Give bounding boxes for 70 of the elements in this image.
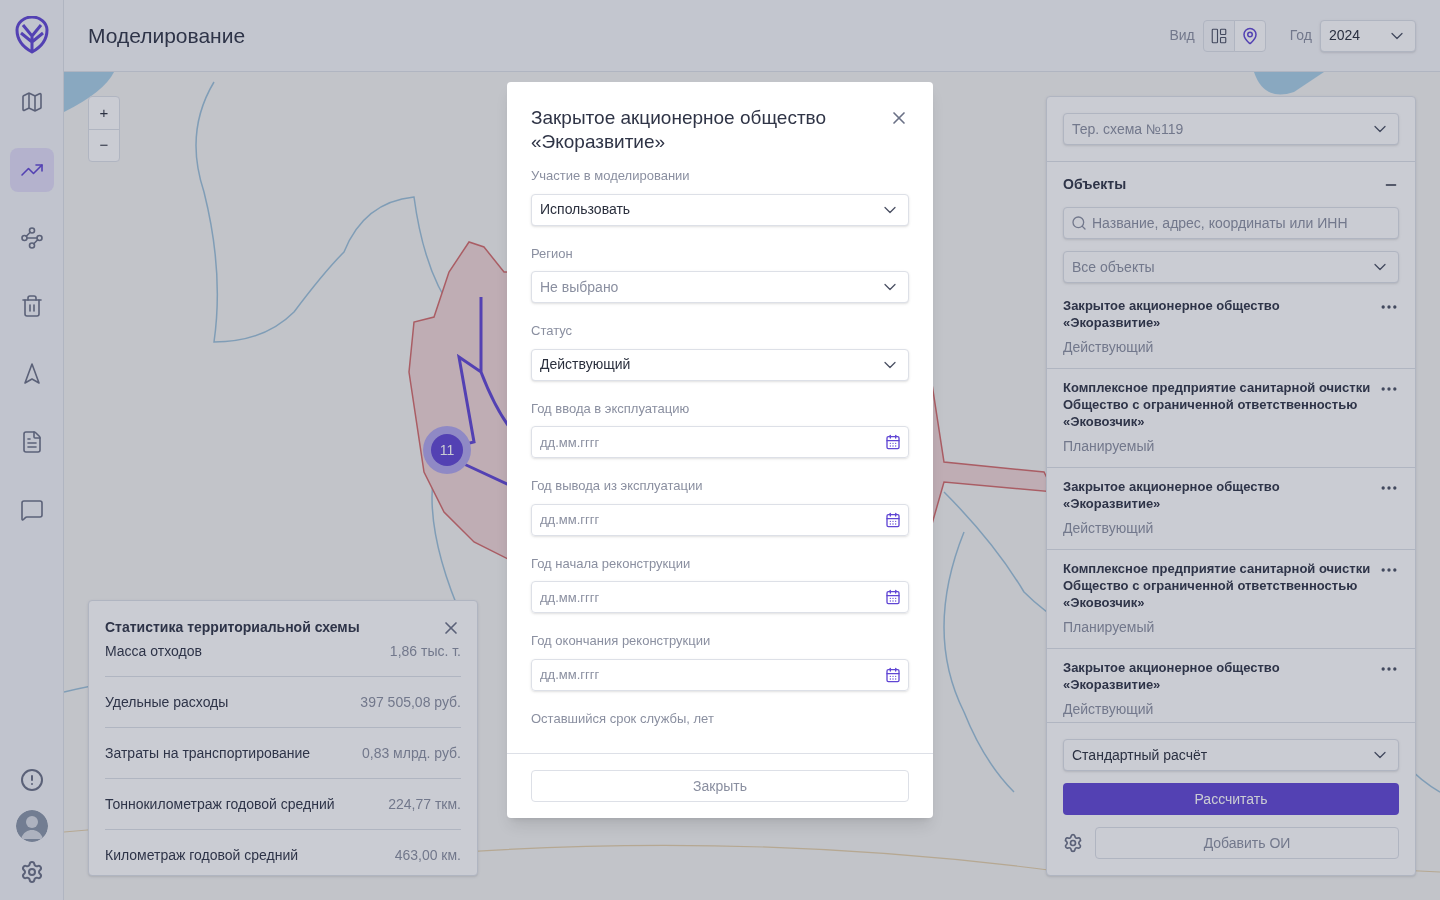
calc-mode-select[interactable]: Стандартный расчёт [1063,739,1399,771]
calendar-icon [885,666,901,683]
settings-icon[interactable] [1063,833,1083,853]
object-status: Планируемый [1063,437,1156,456]
object-name: Закрытое акционерное общество «Экоразвитие» [1063,297,1281,331]
stat-value: 1,86 тыс. т. [389,641,461,661]
stat-label: Масса отходов [105,641,202,661]
chat-icon [19,498,44,522]
stat-value: 463,00 км. [394,846,461,865]
object-name: Комплексное предприятие санитарной очистки Общество с ограниченной ответственностью «Эковозчик» [1063,379,1371,430]
nav-button[interactable] [9,148,54,192]
search-field[interactable]: Название, адрес, координаты или ИНН [1063,207,1399,239]
settings-icon[interactable] [19,860,44,884]
date-field[interactable]: дд.мм.гггг [531,426,909,458]
object-name: Комплексное предприятие санитарной очистки Общество с ограниченной ответственностью «Эковозчик» [1063,560,1371,611]
stat-label: Тоннокилометраж годовой средний [105,794,335,814]
logo-icon [14,16,49,54]
dropdown-field[interactable]: Использовать [531,193,909,226]
object-status: Планируемый [1063,618,1156,637]
calculate-button[interactable]: Рассчитать [1063,783,1399,815]
field-label: Год начала реконструкции [531,554,692,573]
calendar-icon [885,434,901,450]
stat-value: 397 505,08 руб. [360,692,461,712]
page-title: Моделирование [88,22,246,49]
map-icon [19,90,44,114]
avatar[interactable] [15,810,48,842]
calendar-icon [885,589,901,605]
search-icon [1071,215,1087,231]
zoom-button[interactable]: + [89,97,119,129]
object-name: Закрытое акционерное общество «Экоразвитие» [1063,659,1281,693]
object-item[interactable]: Закрытое акционерное общество «Экоразвитие» Действующий [1047,649,1415,722]
year-select[interactable]: 2024 [1320,19,1416,52]
field-label: Год вывода из эксплуатации [531,477,704,495]
field-label: Статус [531,322,574,340]
dropdown-field[interactable]: Действующий [531,348,909,381]
objects-title: Объекты [1063,175,1127,194]
stat-label: Удельные расходы [105,692,229,712]
alert-icon[interactable] [19,768,44,792]
calendar-icon [885,511,901,528]
object-status: Действующий [1063,338,1155,357]
date-field[interactable]: дд.мм.гггг [531,581,909,613]
field-label: Оставшийся срок службы, лет [531,709,715,728]
object-item[interactable]: Комплексное предприятие санитарной очистки Общество с ограниченной ответственностью «Эковозчик» Планируемый [1047,369,1415,468]
stats-title: Статистика территориальной схемы [105,618,360,637]
object-item[interactable]: Закрытое акционерное общество «Экоразвитие» Действующий [1047,468,1415,550]
view-toggle[interactable] [1202,19,1235,52]
map-pin-icon [1240,26,1259,45]
zoom-button[interactable]: − [89,129,119,161]
stat-value: 224,77 ткм. [388,794,461,814]
stat-label: Километраж годовой средний [105,846,299,865]
field-label: Регион [531,244,574,263]
layout-icon [1209,26,1228,45]
modal-title: Закрытое акционерное общество «Экоразвитие» [531,106,828,154]
field-label: Год ввода в эксплуатацию [531,399,691,418]
stat-label: Затраты на транспортирование [105,743,311,763]
object-item[interactable]: Комплексное предприятие санитарной очистки Общество с ограниченной ответственностью «Эковозчик» Планируемый [1047,550,1415,649]
view-toggle[interactable] [1233,19,1266,52]
date-field[interactable]: дд.мм.гггг [531,503,909,536]
stat-value: 0,83 млрд. руб. [361,743,461,763]
object-name: Закрытое акционерное общество «Экоразвитие» [1063,478,1281,512]
year-label: Год [1289,26,1312,45]
field-label: Год окончания реконструкции [531,632,712,650]
object-status: Действующий [1063,700,1155,719]
trash-icon [19,294,44,318]
object-status: Действующий [1063,519,1155,538]
route-icon [19,226,44,250]
field-label: Участие в моделировании [531,167,691,185]
date-field[interactable]: дд.мм.гггг [531,658,909,691]
object-item[interactable]: Закрытое акционерное общество «Экоразвитие» Действующий [1047,287,1415,369]
view-label: Вид [1169,26,1195,45]
